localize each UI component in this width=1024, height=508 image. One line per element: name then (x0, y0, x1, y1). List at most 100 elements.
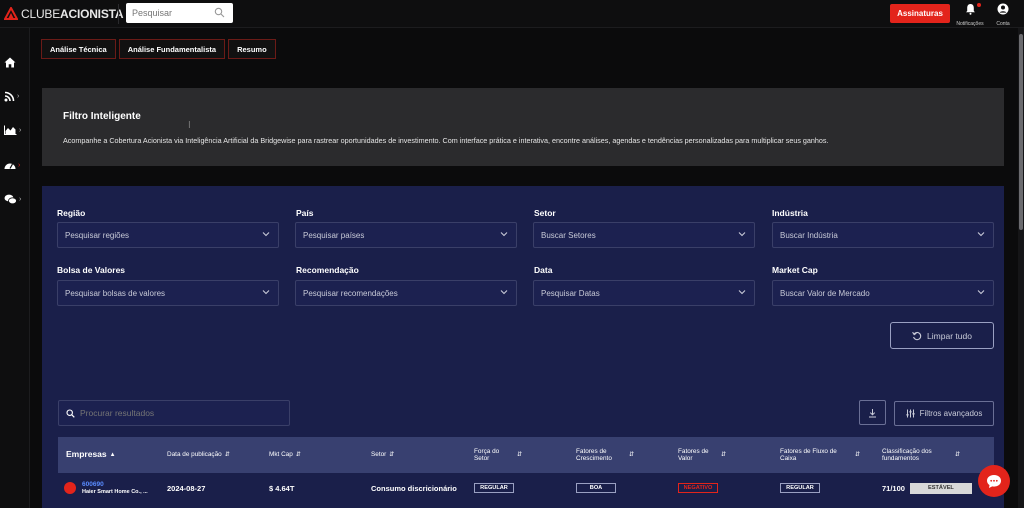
sidebar-item-charts[interactable]: › (4, 123, 28, 137)
region-select-placeholder: Pesquisar regiões (65, 230, 130, 240)
search-icon[interactable] (214, 7, 225, 18)
chart-icon (4, 125, 17, 135)
filter-label-date: Data (534, 265, 553, 275)
sidebar-item-community[interactable]: › (4, 192, 28, 206)
growth-cell: BOA (576, 473, 616, 503)
column-header-sector[interactable]: Setor ⇵ (371, 437, 461, 473)
fundamentals-score: 71/100 (882, 483, 905, 493)
divider (118, 4, 119, 24)
table-header: Empresas ▲︎ Data de publicação ⇵ Mkt Cap ⇵ … (58, 437, 994, 473)
account-button[interactable]: Conta (985, 2, 1021, 27)
filter-label-sector: Setor (534, 208, 556, 218)
filter-label-exchange: Bolsa de Valores (57, 265, 126, 275)
country-select[interactable]: Pesquisar países (295, 222, 517, 248)
column-header-companies[interactable]: Empresas ▲︎ (66, 437, 116, 473)
sort-icon: ⇵ (720, 451, 726, 458)
column-header-fundamentals[interactable]: Classificação dos fundamentos ⇵ (882, 437, 960, 473)
chevron-down-icon (262, 232, 270, 237)
sort-icon: ⇵ (224, 451, 230, 458)
top-search-input[interactable] (132, 8, 212, 18)
scrollbar-thumb[interactable] (1019, 34, 1023, 230)
chevron-down-icon (738, 232, 746, 237)
notifications-button[interactable]: Notificações (952, 2, 988, 27)
sidebar-item-dashboard[interactable]: › (4, 158, 28, 172)
table-row[interactable]: 600690 Haier Smart Home Co., ... 2024-08… (58, 473, 994, 508)
page-description: Acompanhe a Cobertura Acionista via Inte… (63, 136, 829, 145)
chevron-down-icon (738, 290, 746, 295)
industry-select[interactable]: Buscar Indústria (772, 222, 994, 248)
sliders-icon (906, 409, 915, 418)
chevron-down-icon (500, 232, 508, 237)
tab-fundamental-analysis[interactable]: Análise Fundamentalista (118, 39, 226, 59)
logo-mark-icon (4, 7, 18, 20)
bell-icon (965, 4, 975, 15)
sidebar-item-home[interactable] (4, 55, 28, 69)
company-ticker[interactable]: 600690 (82, 481, 148, 488)
sort-icon: ⇵ (389, 451, 395, 458)
fundamentals-cell: 71/100 ESTÁVEL (882, 473, 972, 503)
growth-badge: BOA (576, 483, 616, 493)
column-header-cash-flow[interactable]: Fatores de Fluxo de Caixa ⇵ (780, 437, 860, 473)
column-header-date[interactable]: Data de publicação ⇵ (167, 437, 267, 473)
chevron-down-icon (977, 232, 985, 237)
tab-summary[interactable]: Resumo (228, 39, 276, 59)
tab-bar: Análise Técnica Análise Fundamentalista … (41, 39, 276, 59)
advanced-filters-button[interactable]: Filtros avançados (894, 401, 994, 426)
sector: Consumo discricionário (371, 483, 457, 493)
intro-card: Filtro Inteligente Acompanhe a Cobertura… (42, 88, 1004, 166)
cash-flow-badge: REGULAR (780, 483, 820, 493)
region-select[interactable]: Pesquisar regiões (57, 222, 279, 248)
clear-all-label: Limpar tudo (927, 330, 972, 341)
country-select-placeholder: Pesquisar países (303, 230, 365, 240)
chevron-right-icon: › (19, 126, 22, 134)
rss-icon (4, 91, 15, 101)
company-name: Haier Smart Home Co., ... (82, 488, 148, 495)
sidebar-item-news[interactable]: › (4, 89, 28, 103)
subscribe-button[interactable]: Assinaturas (890, 4, 950, 23)
search-icon (66, 408, 75, 418)
sector-select[interactable]: Buscar Setores (533, 222, 755, 248)
sidebar: › › › › (0, 28, 30, 508)
company-cell[interactable]: 600690 Haier Smart Home Co., ... (64, 473, 148, 503)
date-select-placeholder: Pesquisar Datas (541, 288, 600, 298)
market-cap-select-placeholder: Buscar Valor de Mercado (780, 288, 870, 298)
dashboard-icon (4, 163, 16, 169)
reset-icon (912, 331, 922, 340)
recommendation-select[interactable]: Pesquisar recomendações (295, 280, 517, 306)
account-label: Conta (996, 21, 1010, 27)
sort-icon: ⇵ (954, 451, 960, 458)
column-header-mkt-cap[interactable]: Mkt Cap ⇵ (269, 437, 359, 473)
notification-dot (977, 3, 981, 7)
top-search-box[interactable] (126, 3, 233, 23)
sort-icon: ⇵ (516, 451, 522, 458)
clear-all-button[interactable]: Limpar tudo (890, 322, 994, 349)
chat-icon (4, 194, 17, 204)
advanced-filters-label: Filtros avançados (919, 409, 983, 418)
filter-panel: Região Pesquisar regiões País Pesquisar … (42, 186, 1004, 508)
user-icon (997, 3, 1009, 15)
chevron-down-icon (262, 290, 270, 295)
market-cap-select[interactable]: Buscar Valor de Mercado (772, 280, 994, 306)
download-icon (869, 408, 876, 417)
column-header-growth[interactable]: Fatores de Crescimento ⇵ (576, 437, 634, 473)
results-search-input[interactable] (80, 408, 280, 418)
results-search-box[interactable] (58, 400, 290, 426)
tab-technical-analysis[interactable]: Análise Técnica (41, 39, 116, 59)
sort-icon: ⇵ (854, 451, 860, 458)
chat-button[interactable] (978, 465, 1010, 497)
exchange-select[interactable]: Pesquisar bolsas de valores (57, 280, 279, 306)
column-header-sector-strength[interactable]: Força do Setor ⇵ (474, 437, 522, 473)
exchange-select-placeholder: Pesquisar bolsas de valores (65, 288, 166, 298)
fundamentals-badge: ESTÁVEL (909, 482, 972, 494)
logo[interactable]: CLUBEACIONISTA (4, 5, 124, 23)
sector-strength-badge: REGULAR (474, 483, 514, 493)
cash-flow-cell: REGULAR (780, 473, 820, 503)
download-button[interactable] (859, 400, 886, 425)
column-header-value[interactable]: Fatores de Valor ⇵ (678, 437, 726, 473)
date-select[interactable]: Pesquisar Datas (533, 280, 755, 306)
filter-label-country: País (296, 208, 314, 218)
sort-icon: ▲︎ (109, 451, 116, 458)
sort-icon: ⇵ (628, 451, 634, 458)
page-title: Filtro Inteligente (63, 111, 141, 122)
chevron-down-icon (977, 290, 985, 295)
